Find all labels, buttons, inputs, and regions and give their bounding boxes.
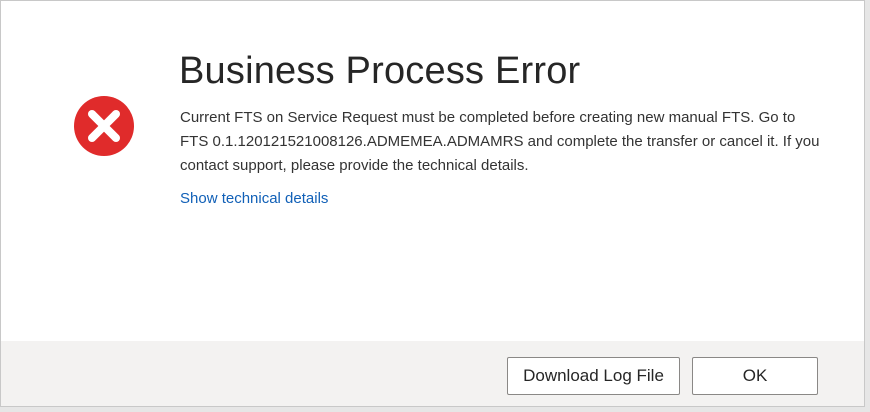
dialog-title: Business Process Error: [179, 50, 581, 92]
dialog-content: Business Process Error Current FTS on Se…: [1, 1, 864, 341]
show-technical-details-link[interactable]: Show technical details: [180, 190, 328, 207]
ok-button[interactable]: OK: [692, 357, 818, 395]
download-log-file-button[interactable]: Download Log File: [507, 357, 680, 395]
error-dialog: Business Process Error Current FTS on Se…: [0, 0, 865, 407]
error-x-icon: [72, 94, 136, 158]
dialog-footer: Download Log File OK: [1, 341, 864, 406]
error-message: Current FTS on Service Request must be c…: [180, 109, 820, 174]
